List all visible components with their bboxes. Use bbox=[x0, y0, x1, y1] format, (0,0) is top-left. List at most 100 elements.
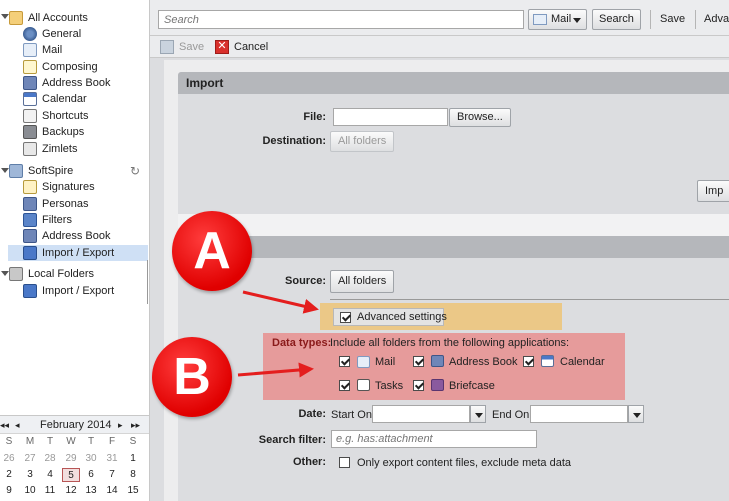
calendar-day[interactable]: 26 bbox=[0, 452, 18, 466]
next-year-button[interactable]: ▸▸ bbox=[131, 419, 140, 431]
tree-softspire-address-book[interactable]: Address Book bbox=[0, 228, 149, 244]
tree-shortcuts[interactable]: Shortcuts bbox=[0, 108, 149, 124]
import-button[interactable]: Imp bbox=[697, 180, 729, 202]
search-filter-label: Search filter: bbox=[258, 434, 326, 446]
search-filter-input[interactable] bbox=[331, 430, 537, 448]
tree-calendar[interactable]: Calendar bbox=[0, 91, 149, 107]
prev-month-button[interactable]: ◂ bbox=[15, 419, 20, 431]
advanced-settings-label: Advanced settings bbox=[357, 311, 447, 323]
save-button[interactable]: Save bbox=[160, 39, 210, 55]
search-scope-dropdown[interactable]: Mail bbox=[528, 9, 587, 30]
mini-calendar-title: February 2014 bbox=[40, 419, 112, 431]
calendar-day[interactable]: 15 bbox=[124, 484, 142, 498]
file-input[interactable] bbox=[333, 108, 448, 126]
advanced-settings-checkbox[interactable] bbox=[340, 312, 351, 323]
tree-general[interactable]: General bbox=[0, 26, 149, 42]
refresh-icon[interactable]: ↻ bbox=[130, 163, 140, 179]
tree-general-label: General bbox=[42, 28, 82, 40]
separator-line bbox=[330, 299, 729, 300]
weekday-header: W bbox=[66, 436, 76, 447]
date-label: Date: bbox=[298, 408, 326, 420]
tree-local-folders[interactable]: Local Folders bbox=[0, 266, 149, 282]
calendar-day[interactable]: 13 bbox=[82, 484, 100, 498]
calendar-day[interactable]: 14 bbox=[103, 484, 121, 498]
destination-folder-button[interactable]: All folders bbox=[330, 131, 395, 152]
tree-softspire[interactable]: SoftSpire ↻ bbox=[0, 163, 149, 179]
weekday-header: M bbox=[25, 436, 35, 447]
mail-checkbox[interactable] bbox=[339, 356, 350, 367]
calendar-day[interactable]: 7 bbox=[103, 468, 121, 482]
calendar-day-today[interactable]: 5 bbox=[62, 468, 80, 482]
tree-address-book-label: Address Book bbox=[42, 77, 111, 89]
data-types-label: Data types: bbox=[272, 337, 332, 349]
calendar-day[interactable]: 2 bbox=[0, 468, 18, 482]
calendar-day[interactable]: 30 bbox=[82, 452, 100, 466]
tree-local-folders-label: Local Folders bbox=[28, 268, 95, 280]
tree-address-book[interactable]: Address Book bbox=[0, 75, 149, 91]
calendar-icon bbox=[541, 355, 554, 367]
calendar-day[interactable]: 11 bbox=[41, 484, 59, 498]
tree-softspire-label: SoftSpire bbox=[28, 165, 74, 177]
next-month-button[interactable]: ▸ bbox=[118, 419, 123, 431]
tree-backups[interactable]: Backups bbox=[0, 124, 149, 140]
address-book-option-label: Address Book bbox=[449, 356, 518, 368]
search-input[interactable] bbox=[158, 10, 524, 29]
toolbar-save-button[interactable]: Save bbox=[660, 13, 685, 25]
tree-all-accounts-label: All Accounts bbox=[28, 12, 88, 24]
toolbar-advanced-button[interactable]: Adva bbox=[704, 13, 729, 25]
tree-composing[interactable]: Composing bbox=[0, 59, 149, 75]
calendar-day[interactable]: 4 bbox=[41, 468, 59, 482]
calendar-icon bbox=[23, 92, 37, 106]
prev-year-button[interactable]: ◂◂ bbox=[0, 419, 9, 431]
advanced-settings-toggle[interactable]: Advanced settings bbox=[333, 308, 447, 326]
annotation-b-badge: B bbox=[152, 337, 232, 417]
save-disk-icon bbox=[160, 40, 174, 54]
tree-mail[interactable]: Mail bbox=[0, 42, 149, 58]
cancel-button[interactable]: ✕ Cancel bbox=[215, 39, 275, 55]
mini-calendar: ◂◂ ◂ February 2014 ▸ ▸▸ S M T W T F S 26 27 28 29 3… bbox=[0, 415, 149, 501]
calendar-day[interactable]: 29 bbox=[62, 452, 80, 466]
export-section-header bbox=[178, 236, 729, 258]
zimlet-icon bbox=[23, 142, 37, 156]
toolbar-separator bbox=[695, 10, 696, 29]
tree-zimlets[interactable]: Zimlets bbox=[0, 141, 149, 157]
search-scope-label: Mail bbox=[551, 13, 572, 25]
calendar-day[interactable]: 12 bbox=[62, 484, 80, 498]
calendar-day[interactable]: 10 bbox=[21, 484, 39, 498]
calendar-day[interactable]: 31 bbox=[103, 452, 121, 466]
accounts-icon bbox=[9, 11, 23, 25]
tree-filters[interactable]: Filters bbox=[0, 212, 149, 228]
start-date-dropdown[interactable] bbox=[470, 405, 486, 423]
tree-softspire-address-book-label: Address Book bbox=[42, 230, 111, 242]
calendar-day[interactable]: 28 bbox=[41, 452, 59, 466]
source-label: Source: bbox=[285, 275, 326, 287]
calendar-day[interactable]: 6 bbox=[82, 468, 100, 482]
tree-signatures[interactable]: Signatures bbox=[0, 179, 149, 195]
calendar-day[interactable]: 9 bbox=[0, 484, 18, 498]
end-date-input[interactable] bbox=[530, 405, 628, 423]
source-folder-button[interactable]: All folders bbox=[330, 270, 395, 293]
other-label: Other: bbox=[293, 456, 326, 468]
tree-local-import-export[interactable]: Import / Export bbox=[0, 283, 149, 299]
search-button[interactable]: Search bbox=[592, 9, 641, 30]
tree-all-accounts[interactable]: All Accounts bbox=[0, 10, 149, 26]
calendar-day[interactable]: 3 bbox=[21, 468, 39, 482]
briefcase-checkbox[interactable] bbox=[413, 380, 424, 391]
calendar-day[interactable]: 8 bbox=[124, 468, 142, 482]
calendar-checkbox[interactable] bbox=[523, 356, 534, 367]
local-folders-icon bbox=[9, 267, 23, 281]
browse-button[interactable]: Browse... bbox=[449, 108, 511, 127]
meta-data-checkbox[interactable] bbox=[339, 457, 350, 468]
tasks-checkbox[interactable] bbox=[339, 380, 350, 391]
tree-personas-label: Personas bbox=[42, 198, 89, 210]
tree-import-export-selected[interactable]: Import / Export bbox=[8, 245, 148, 261]
search-toolbar: Mail Search Save Adva bbox=[150, 0, 729, 36]
calendar-day[interactable]: 1 bbox=[124, 452, 142, 466]
address-book-checkbox[interactable] bbox=[413, 356, 424, 367]
annotation-a-badge: A bbox=[172, 211, 252, 291]
end-date-dropdown[interactable] bbox=[628, 405, 644, 423]
calendar-day[interactable]: 27 bbox=[21, 452, 39, 466]
tree-local-import-export-label: Import / Export bbox=[42, 285, 115, 297]
start-date-input[interactable] bbox=[372, 405, 470, 423]
tree-personas[interactable]: Personas bbox=[0, 196, 149, 212]
